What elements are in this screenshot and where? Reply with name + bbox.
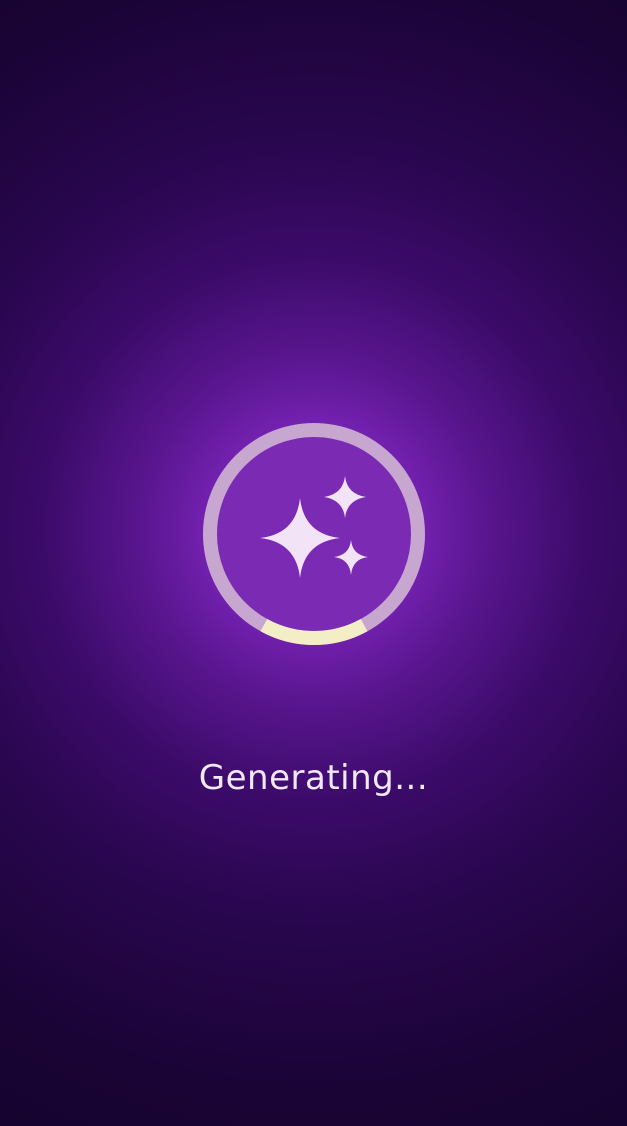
generating-screen: Generating...	[0, 0, 627, 1126]
progress-loader	[200, 420, 428, 648]
progress-ring	[203, 423, 425, 645]
generating-status-label: Generating...	[198, 758, 429, 798]
